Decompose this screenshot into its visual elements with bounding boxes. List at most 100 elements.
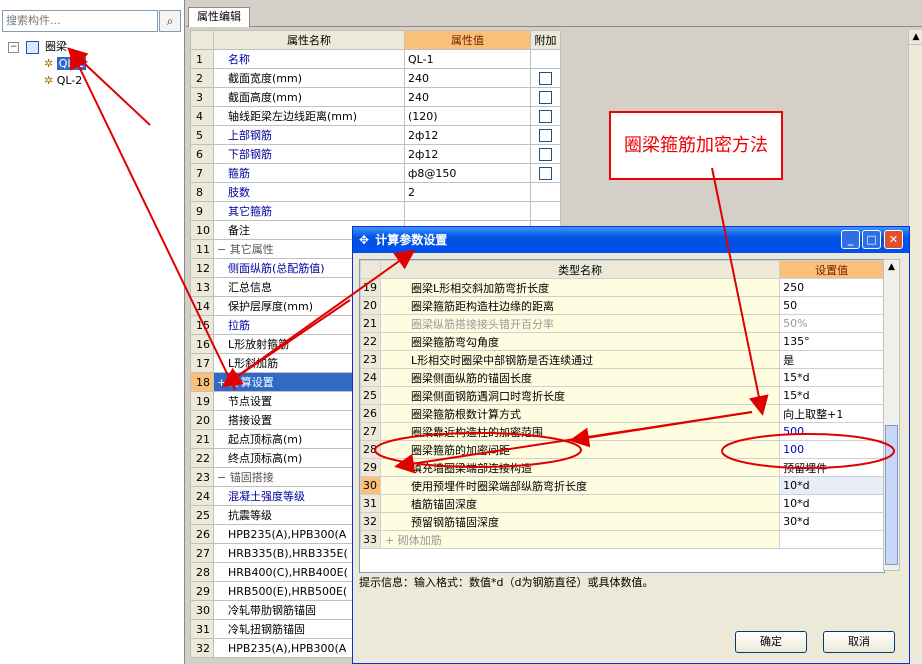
property-value[interactable] (404, 201, 531, 221)
table-row[interactable]: 31 植筋锚固深度 10*d (360, 494, 884, 513)
table-row[interactable]: 4 轴线距梁左边线距离(mm) (120) (190, 106, 561, 126)
table-row[interactable]: 20 圈梁箍筋距构造柱边缘的距离 50 (360, 296, 884, 315)
table-row[interactable]: 33 + 砌体加筋 (360, 530, 884, 549)
param-value[interactable]: 10*d (779, 494, 884, 513)
table-row[interactable]: 26 圈梁箍筋根数计算方式 向上取整+1 (360, 404, 884, 423)
row-number: 15 (190, 315, 214, 335)
tree-node-child[interactable]: ✲ QL-1 (8, 55, 87, 72)
row-number: 20 (190, 410, 214, 430)
vertical-scrollbar[interactable]: ▲ (908, 30, 922, 664)
param-value[interactable]: 15*d (779, 368, 884, 387)
row-number: 25 (190, 505, 214, 525)
table-row[interactable]: 32 预留钢筋锚固深度 30*d (360, 512, 884, 531)
column-header-type: 类型名称 (379, 260, 781, 279)
maximize-icon[interactable]: □ (862, 230, 881, 249)
table-row[interactable]: 29 填充墙圈梁端部连接构造 预留埋件 (360, 458, 884, 477)
param-name: 圈梁侧面钢筋遇洞口时弯折长度 (379, 386, 781, 405)
table-row[interactable]: 27 圈梁靠近构造柱的加密范围 500 (360, 422, 884, 441)
property-value[interactable]: 240 (404, 87, 531, 107)
param-name: + 砌体加筋 (379, 530, 781, 549)
param-value[interactable]: 是 (779, 350, 884, 369)
extra-checkbox[interactable] (539, 128, 552, 142)
param-value[interactable]: 135° (779, 332, 884, 351)
cancel-button[interactable]: 取消 (823, 631, 895, 653)
ok-button[interactable]: 确定 (735, 631, 807, 653)
extra-checkbox[interactable] (539, 71, 552, 85)
table-row[interactable]: 6 下部钢筋 2ф12 (190, 144, 561, 164)
row-number: 8 (190, 182, 214, 202)
param-value[interactable]: 10*d (779, 476, 884, 495)
extra-checkbox[interactable] (539, 147, 552, 161)
table-row[interactable]: 30 使用预埋件时圈梁端部纵筋弯折长度 10*d (360, 476, 884, 495)
table-row[interactable]: 8 肢数 2 (190, 182, 561, 202)
table-row[interactable]: 28 圈梁箍筋的加密间距 100 (360, 440, 884, 459)
grid-corner (190, 30, 214, 50)
dialog-scrollbar[interactable]: ▲ (883, 259, 900, 571)
param-value[interactable]: 500 (779, 422, 884, 441)
row-number: 22 (360, 332, 381, 351)
table-row[interactable]: 22 圈梁箍筋弯勾角度 135° (360, 332, 884, 351)
table-row[interactable]: 3 截面高度(mm) 240 (190, 87, 561, 107)
tree-node-root[interactable]: − 圈梁 (8, 38, 86, 55)
table-row[interactable]: 5 上部钢筋 2ф12 (190, 125, 561, 145)
param-name: 圈梁箍筋根数计算方式 (379, 404, 781, 423)
row-number: 24 (190, 486, 214, 506)
param-value[interactable]: 预留埋件 (779, 458, 884, 477)
row-number: 22 (190, 448, 214, 468)
property-value[interactable]: 240 (404, 68, 531, 88)
tree-child-label: QL-1 (56, 57, 87, 70)
table-row[interactable]: 19 圈梁L形相交斜加筋弯折长度 250 (360, 278, 884, 297)
param-value[interactable]: 100 (779, 440, 884, 459)
scroll-thumb[interactable] (885, 425, 898, 565)
table-row[interactable]: 7 箍筋 ф8@150 (190, 163, 561, 183)
property-name: 肢数 (213, 182, 405, 202)
property-value[interactable]: 2ф12 (404, 125, 531, 145)
property-value[interactable]: 2ф12 (404, 144, 531, 164)
row-number: 16 (190, 334, 214, 354)
param-value[interactable]: 向上取整+1 (779, 404, 884, 423)
param-name: 圈梁箍筋距构造柱边缘的距离 (379, 296, 781, 315)
extra-checkbox[interactable] (539, 90, 552, 104)
collapse-toggle-icon[interactable]: − (8, 41, 19, 53)
tab-property-edit[interactable]: 属性编辑 (188, 7, 250, 27)
row-number: 17 (190, 353, 214, 373)
table-row[interactable]: 23 L形相交时圈梁中部钢筋是否连续通过是 (360, 350, 884, 369)
search-input[interactable]: 搜索构件... (2, 10, 158, 32)
param-value[interactable]: 15*d (779, 386, 884, 405)
param-value[interactable]: 30*d (779, 512, 884, 531)
param-value[interactable]: 250 (779, 278, 884, 297)
param-value[interactable] (779, 530, 884, 549)
tree-root-label: 圈梁 (45, 40, 67, 53)
property-value[interactable]: ф8@150 (404, 163, 531, 183)
close-icon[interactable]: ✕ (884, 230, 903, 249)
row-number: 30 (360, 476, 381, 495)
param-value[interactable]: 50% (779, 314, 884, 333)
row-number: 10 (190, 220, 214, 240)
row-number: 28 (190, 562, 214, 582)
extra-cell (530, 106, 561, 126)
dialog-title-bar[interactable]: ✥ 计算参数设置 _ □ ✕ (353, 227, 909, 253)
row-number: 12 (190, 258, 214, 278)
minimize-icon[interactable]: _ (841, 230, 860, 249)
column-header-name: 属性名称 (213, 30, 405, 50)
row-number: 32 (190, 638, 214, 658)
table-row[interactable]: 2 截面宽度(mm) 240 (190, 68, 561, 88)
param-value[interactable]: 50 (779, 296, 884, 315)
extra-checkbox[interactable] (539, 166, 552, 180)
magnifier-icon[interactable]: ⌕ (159, 10, 181, 32)
table-row[interactable]: 25 圈梁侧面钢筋遇洞口时弯折长度 15*d (360, 386, 884, 405)
table-row[interactable]: 24 圈梁侧面纵筋的锚固长度 15*d (360, 368, 884, 387)
property-value[interactable]: 2 (404, 182, 531, 202)
row-number: 28 (360, 440, 381, 459)
extra-checkbox[interactable] (539, 109, 552, 123)
table-row[interactable]: 9 其它箍筋 (190, 201, 561, 221)
grid-corner (360, 260, 381, 279)
property-value[interactable]: QL-1 (404, 49, 531, 69)
property-value[interactable]: (120) (404, 106, 531, 126)
tree-node-child[interactable]: ✲ QL-2 (8, 72, 86, 89)
table-row[interactable]: 1 名称 QL-1 (190, 49, 561, 69)
extra-cell (530, 125, 561, 145)
calc-params-dialog: ✥ 计算参数设置 _ □ ✕ 类型名称 设置值 19 圈梁L形相交斜加筋弯折长度 2… (352, 226, 910, 664)
table-row[interactable]: 21 圈梁纵筋搭接接头错开百分率 50% (360, 314, 884, 333)
scroll-up-icon[interactable]: ▲ (884, 260, 899, 275)
